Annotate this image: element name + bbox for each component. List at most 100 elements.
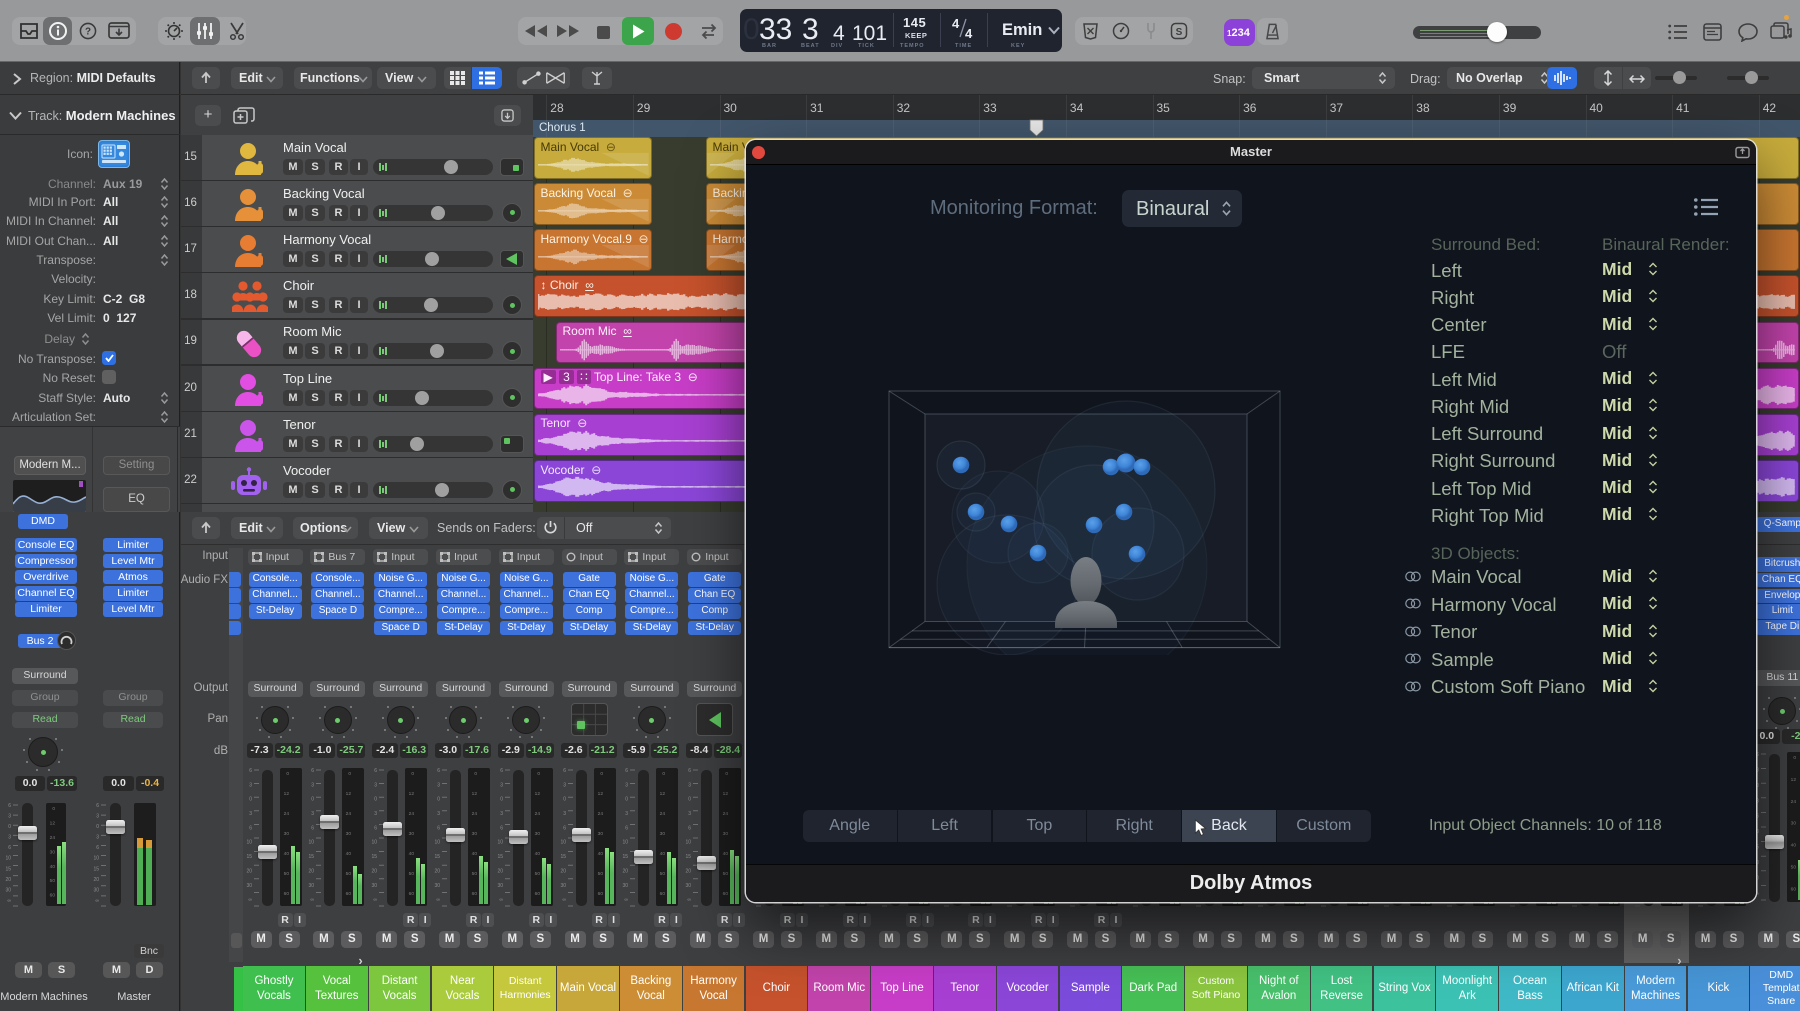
- svg-text:0: 0: [286, 771, 289, 777]
- svg-text:6: 6: [1756, 814, 1759, 820]
- svg-text:0: 0: [474, 771, 477, 777]
- svg-text:6: 6: [249, 825, 252, 831]
- svg-text:6: 6: [688, 768, 691, 774]
- svg-text:0: 0: [663, 771, 666, 777]
- svg-text:60: 60: [597, 891, 603, 897]
- svg-text:20: 20: [686, 868, 692, 874]
- svg-text:24: 24: [346, 811, 352, 817]
- svg-text:0: 0: [500, 797, 503, 803]
- svg-text:6: 6: [1756, 752, 1759, 758]
- svg-text:0: 0: [537, 771, 540, 777]
- svg-text:60: 60: [283, 891, 289, 897]
- svg-text:24: 24: [283, 811, 289, 817]
- svg-text:20: 20: [560, 868, 566, 874]
- svg-text:30: 30: [472, 831, 478, 837]
- svg-text:20: 20: [309, 868, 315, 874]
- svg-text:40: 40: [283, 851, 289, 857]
- svg-text:0: 0: [626, 797, 629, 803]
- svg-text:40: 40: [409, 851, 415, 857]
- svg-text:0: 0: [726, 771, 729, 777]
- svg-text:30: 30: [5, 887, 11, 893]
- svg-text:3: 3: [1756, 798, 1759, 804]
- svg-text:30: 30: [534, 831, 540, 837]
- svg-text:0: 0: [412, 771, 415, 777]
- svg-text:3: 3: [8, 835, 11, 841]
- svg-text:S: S: [1176, 27, 1183, 38]
- svg-text:0: 0: [688, 797, 691, 803]
- svg-text:30: 30: [497, 883, 503, 889]
- svg-text:6: 6: [96, 845, 99, 851]
- svg-text:60: 60: [660, 891, 666, 897]
- svg-text:30: 30: [623, 883, 629, 889]
- svg-text:30: 30: [409, 831, 415, 837]
- svg-text:20: 20: [497, 868, 503, 874]
- svg-text:3: 3: [500, 782, 503, 788]
- svg-text:∞: ∞: [95, 898, 99, 904]
- svg-text:6: 6: [437, 768, 440, 774]
- svg-text:6: 6: [312, 825, 315, 831]
- svg-text:24: 24: [409, 811, 415, 817]
- svg-text:3: 3: [563, 782, 566, 788]
- svg-text:0: 0: [563, 797, 566, 803]
- svg-text:15: 15: [623, 854, 629, 860]
- svg-text:30: 30: [686, 883, 692, 889]
- svg-text:60: 60: [723, 891, 729, 897]
- svg-text:12: 12: [534, 791, 540, 797]
- svg-text:15: 15: [5, 866, 11, 872]
- svg-text:12: 12: [409, 791, 415, 797]
- svg-text:30: 30: [660, 831, 666, 837]
- svg-text:24: 24: [534, 811, 540, 817]
- svg-text:3: 3: [96, 835, 99, 841]
- svg-text:0: 0: [249, 797, 252, 803]
- svg-text:3: 3: [249, 782, 252, 788]
- svg-text:12: 12: [283, 791, 289, 797]
- svg-text:6: 6: [249, 768, 252, 774]
- svg-text:15: 15: [434, 854, 440, 860]
- svg-text:6: 6: [500, 768, 503, 774]
- svg-text:30: 30: [434, 883, 440, 889]
- svg-text:0: 0: [52, 806, 55, 812]
- svg-text:40: 40: [1790, 843, 1796, 849]
- svg-text:3: 3: [312, 782, 315, 788]
- svg-text:60: 60: [409, 891, 415, 897]
- svg-text:0: 0: [8, 824, 11, 830]
- svg-text:60: 60: [472, 891, 478, 897]
- svg-text:15: 15: [686, 854, 692, 860]
- svg-text:30: 30: [246, 883, 252, 889]
- svg-text:10: 10: [93, 856, 99, 862]
- svg-text:50: 50: [723, 871, 729, 877]
- svg-text:?: ?: [85, 27, 91, 38]
- svg-text:3: 3: [688, 782, 691, 788]
- svg-text:6: 6: [688, 825, 691, 831]
- svg-text:3: 3: [96, 814, 99, 820]
- svg-text:3: 3: [1756, 767, 1759, 773]
- svg-text:50: 50: [283, 871, 289, 877]
- svg-text:∞: ∞: [688, 897, 692, 903]
- svg-text:12: 12: [597, 791, 603, 797]
- svg-text:3: 3: [626, 811, 629, 817]
- svg-text:0: 0: [437, 797, 440, 803]
- svg-text:∞: ∞: [562, 897, 566, 903]
- svg-text:30: 30: [1790, 821, 1796, 827]
- svg-text:6: 6: [8, 803, 11, 809]
- svg-text:12: 12: [50, 820, 56, 826]
- svg-text:50: 50: [472, 871, 478, 877]
- svg-text:3: 3: [500, 811, 503, 817]
- svg-text:10: 10: [372, 840, 378, 846]
- svg-text:6: 6: [563, 768, 566, 774]
- svg-text:3: 3: [374, 782, 377, 788]
- svg-text:20: 20: [5, 877, 11, 883]
- svg-text:6: 6: [500, 825, 503, 831]
- svg-text:40: 40: [472, 851, 478, 857]
- svg-text:3: 3: [437, 811, 440, 817]
- svg-text:30: 30: [372, 883, 378, 889]
- svg-text:6: 6: [626, 768, 629, 774]
- svg-text:0: 0: [600, 771, 603, 777]
- svg-text:30: 30: [309, 883, 315, 889]
- svg-text:60: 60: [534, 891, 540, 897]
- svg-text:∞: ∞: [311, 897, 315, 903]
- svg-text:0: 0: [1793, 755, 1796, 761]
- svg-text:20: 20: [93, 877, 99, 883]
- svg-text:3: 3: [626, 782, 629, 788]
- svg-text:60: 60: [346, 891, 352, 897]
